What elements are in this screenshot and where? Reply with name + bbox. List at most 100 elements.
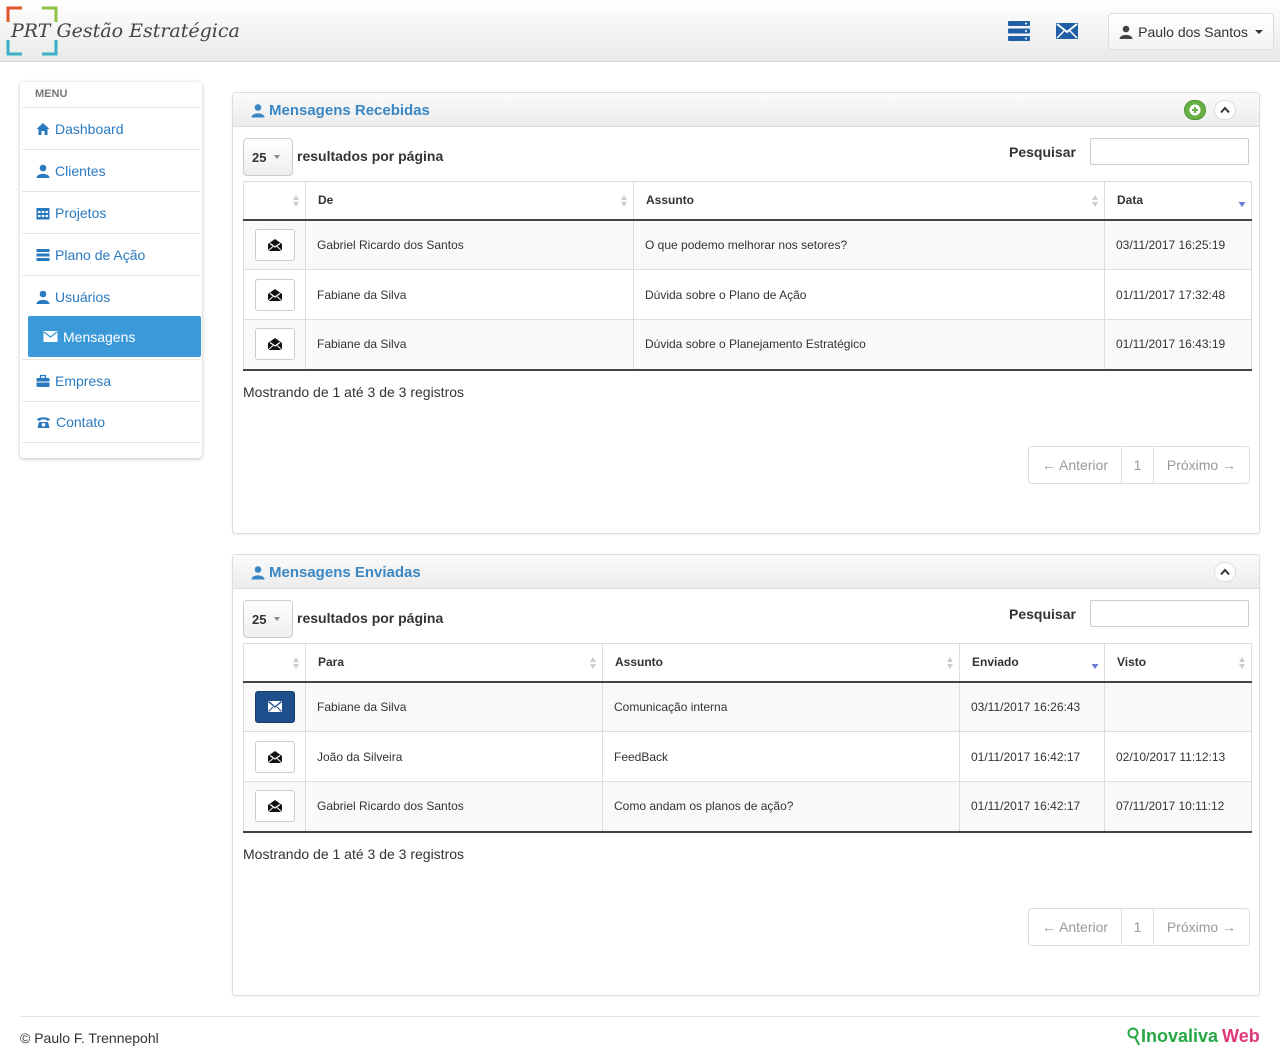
cell-sent: 01/11/2017 16:42:17 [959, 781, 1105, 833]
menu-title: MENU [35, 88, 68, 100]
cell-from: Gabriel Ricardo dos Santos [305, 219, 634, 270]
page-length-label: resultados por página [297, 610, 444, 626]
footer-copyright: © Paulo F. Trennepohl [20, 1030, 159, 1046]
new-message-button[interactable] [1184, 100, 1206, 120]
open-message-button[interactable] [255, 228, 295, 261]
panel-title-text: Mensagens Enviadas [269, 564, 421, 581]
table-row[interactable]: João da Silveira FeedBack 01/11/2017 16:… [243, 731, 1252, 782]
user-icon [36, 164, 50, 178]
column-header-label: Assunto [615, 655, 663, 670]
column-header-label: Para [318, 655, 345, 670]
column-header-from[interactable]: De [305, 181, 634, 221]
sidebar-item-label: Empresa [55, 372, 112, 389]
cell-subject: FeedBack [602, 731, 960, 782]
sidebar-item-dashboard[interactable]: Dashboard [22, 107, 200, 149]
cell-from: Fabiane da Silva [305, 269, 634, 320]
sidebar-item-clientes[interactable]: Clientes [22, 149, 200, 191]
sort-icon [590, 657, 596, 669]
panel-header: Mensagens Enviadas [233, 555, 1259, 589]
sidebar-item-usuarios[interactable]: Usuários [22, 275, 200, 317]
column-header-sent[interactable]: Enviado [959, 643, 1105, 683]
search-input[interactable] [1090, 138, 1249, 165]
user-icon [1119, 25, 1133, 39]
sidebar-item-label: Contato [56, 414, 106, 430]
column-header-label: De [318, 193, 334, 208]
sort-icon [621, 195, 627, 207]
footer-brand[interactable]: Inovaliva Web [1127, 1026, 1260, 1047]
table-info: Mostrando de 1 até 3 de 3 registros [243, 846, 465, 862]
phone-icon [37, 417, 50, 428]
panel-title: Mensagens Recebidas [251, 102, 430, 119]
sidebar-item-plano-de-acao[interactable]: Plano de Ação [22, 233, 200, 275]
open-message-button[interactable] [255, 740, 295, 773]
cell-seen: 07/11/2017 10:11:12 [1104, 781, 1252, 833]
sidebar-item-projetos[interactable]: Projetos [22, 191, 200, 233]
page-length-select[interactable]: 25 [243, 600, 293, 638]
envelope-open-icon [267, 338, 283, 351]
cell-to: Fabiane da Silva [305, 681, 603, 732]
sidebar-item-empresa[interactable]: Empresa [22, 359, 200, 401]
column-header-date[interactable]: Data [1104, 181, 1252, 221]
column-header-subject[interactable]: Assunto [602, 643, 960, 683]
table-row[interactable]: Fabiane da Silva Dúvida sobre o Plano de… [243, 269, 1252, 320]
sidebar-item-contato[interactable]: Contato [22, 401, 200, 443]
footer-brand-part1: Inovaliva [1141, 1026, 1219, 1046]
list-icon [36, 248, 50, 261]
collapse-button[interactable] [1214, 562, 1236, 582]
column-header-action[interactable] [243, 181, 306, 221]
table-row[interactable]: Fabiane da Silva Dúvida sobre o Planejam… [243, 319, 1252, 371]
chevron-down-icon [1254, 29, 1263, 34]
cell-subject: Como andam os planos de ação? [602, 781, 960, 833]
user-icon [251, 566, 265, 580]
sidebar-item-label: Usuários [55, 288, 111, 305]
open-message-button[interactable] [255, 278, 295, 311]
sort-desc-icon [1238, 202, 1246, 207]
collapse-button[interactable] [1214, 100, 1236, 120]
pagination: ← Anterior 1 Próximo → [1028, 446, 1250, 484]
previous-page-button[interactable]: ← Anterior [1029, 447, 1122, 483]
next-page-button[interactable]: Próximo → [1154, 909, 1249, 945]
user-icon [251, 104, 265, 118]
cell-seen: 02/10/2017 11:12:13 [1104, 731, 1252, 782]
cell-date: 03/11/2017 16:25:19 [1104, 219, 1252, 270]
search-label: Pesquisar [1009, 606, 1076, 622]
open-message-button[interactable] [255, 328, 295, 361]
column-header-subject[interactable]: Assunto [633, 181, 1105, 221]
column-header-action[interactable] [243, 643, 306, 683]
open-message-button[interactable] [255, 790, 295, 823]
column-header-seen[interactable]: Visto [1104, 643, 1252, 683]
table-row[interactable]: Gabriel Ricardo dos Santos O que podemo … [243, 219, 1252, 270]
sidebar-item-mensagens[interactable]: Mensagens [28, 316, 201, 357]
column-header-label: Data [1117, 193, 1144, 208]
column-header-to[interactable]: Para [305, 643, 603, 683]
brand-title[interactable]: PRT Gestão Estratégica [11, 20, 240, 42]
cell-subject: Comunicação interna [602, 681, 960, 732]
page-number-button[interactable]: 1 [1122, 447, 1154, 483]
caret-down-icon [274, 155, 281, 159]
received-messages-panel: Mensagens Recebidas 25 resultados por pá… [232, 92, 1260, 534]
page-length-value: 25 [252, 149, 267, 165]
previous-page-button[interactable]: ← Anterior [1029, 909, 1122, 945]
table-row[interactable]: Fabiane da Silva Comunicação interna 03/… [243, 681, 1252, 732]
page-length-select[interactable]: 25 [243, 138, 293, 176]
user-menu-button[interactable]: Paulo dos Santos [1108, 13, 1274, 50]
brand-name: Gestão Estratégica [56, 20, 240, 42]
user-icon [36, 290, 50, 304]
sort-icon [1092, 195, 1098, 207]
server-icon[interactable] [1007, 20, 1031, 42]
envelope-icon[interactable] [1055, 20, 1079, 42]
caret-down-icon [274, 617, 281, 621]
magnifier-icon [1127, 1027, 1140, 1045]
open-message-button[interactable] [255, 690, 295, 723]
briefcase-icon [36, 374, 50, 387]
sort-desc-icon [1091, 664, 1099, 669]
envelope-open-icon [267, 800, 283, 813]
footer-divider [20, 1016, 1260, 1017]
chevron-up-icon [1220, 106, 1230, 114]
page-number-button[interactable]: 1 [1122, 909, 1154, 945]
column-header-label: Visto [1117, 655, 1147, 670]
table-row[interactable]: Gabriel Ricardo dos Santos Como andam os… [243, 781, 1252, 833]
search-input[interactable] [1090, 600, 1249, 627]
next-page-button[interactable]: Próximo → [1154, 447, 1249, 483]
cell-sent: 01/11/2017 16:42:17 [959, 731, 1105, 782]
